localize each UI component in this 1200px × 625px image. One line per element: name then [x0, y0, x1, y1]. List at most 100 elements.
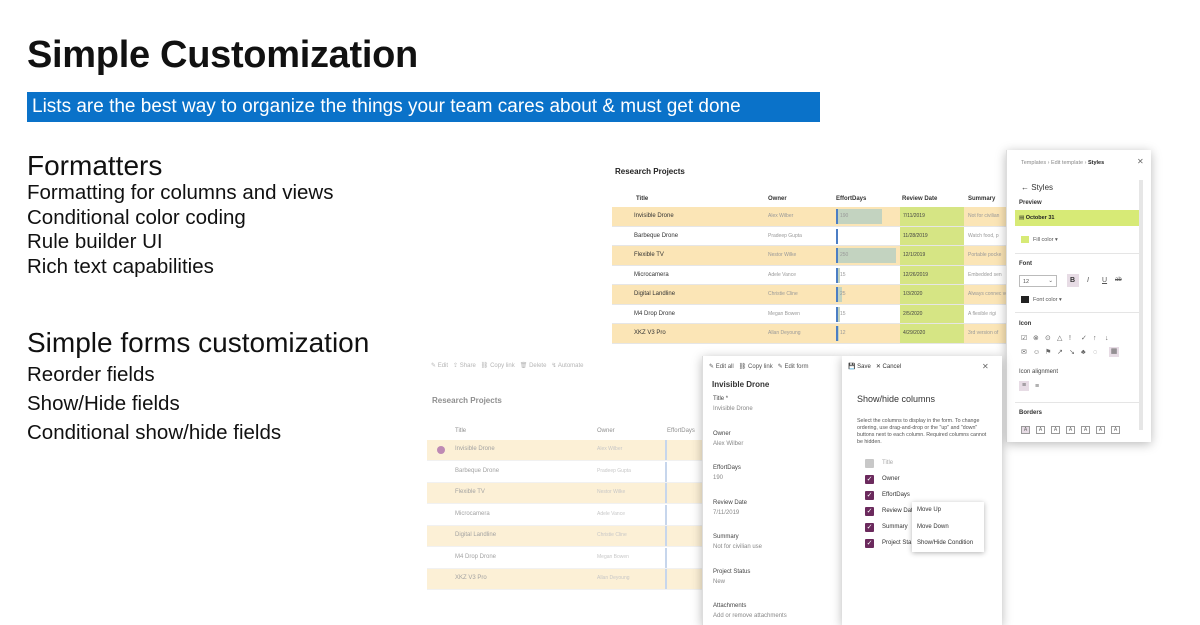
table-row[interactable]: Digital Landline Christie Cline	[427, 526, 702, 547]
font-color-swatch[interactable]	[1021, 296, 1029, 303]
fill-color-dropdown[interactable]: Fill color ▾	[1033, 237, 1058, 243]
back-link[interactable]: ← Styles	[1021, 183, 1053, 192]
box-check-icon[interactable]: ☑	[1021, 334, 1027, 343]
border-bottom-icon[interactable]: A	[1051, 426, 1060, 434]
cell-title[interactable]: M4 Drop Drone	[455, 548, 575, 568]
italic-button[interactable]: I	[1087, 277, 1089, 284]
arrow-up-right-icon[interactable]: ↗	[1057, 348, 1063, 357]
field-value[interactable]: Add or remove attachments	[713, 613, 787, 619]
border-all-icon[interactable]: A	[1036, 426, 1045, 434]
cell-title[interactable]: Digital Landline	[455, 526, 575, 546]
field-value[interactable]: Not for civilian use	[713, 544, 762, 550]
thumbs-up-icon[interactable]: ♣	[1081, 348, 1086, 357]
cell-title[interactable]: Microcamera	[455, 505, 575, 525]
bold-button[interactable]: B	[1067, 274, 1079, 287]
delete-button[interactable]: 🗑 Delete	[520, 363, 547, 369]
font-color-dropdown[interactable]: Font color ▾	[1033, 297, 1062, 303]
share-button[interactable]: ⇪ Share	[453, 363, 476, 369]
copy-link-button[interactable]: ⛓ Copy link	[481, 363, 515, 369]
cell-title[interactable]: Flexible TV	[634, 246, 764, 265]
cell-title[interactable]: XKZ V3 Pro	[455, 569, 575, 589]
column-header-effort[interactable]: EffortDays	[667, 428, 695, 434]
field-value[interactable]: Alex Wilber	[713, 441, 743, 447]
copy-link-button[interactable]: ⛓ Copy link	[739, 364, 773, 370]
column-checkbox[interactable]	[865, 459, 874, 468]
edit-button[interactable]: ✎ Edit	[431, 363, 448, 369]
close-icon[interactable]: ✕	[1137, 157, 1144, 166]
column-checkbox[interactable]: ✓	[865, 491, 874, 500]
column-header-title[interactable]: Title	[636, 196, 648, 202]
align-left-icon[interactable]: ≡	[1019, 381, 1029, 391]
table-row[interactable]: Invisible Drone Alex Wilber	[427, 440, 702, 461]
column-header-owner[interactable]: Owner	[597, 428, 615, 434]
cell-title[interactable]: Invisible Drone	[455, 440, 575, 460]
cancel-button[interactable]: ✕ Cancel	[876, 364, 901, 370]
table-row[interactable]: M4 Drop Drone Megan Bowen	[427, 547, 702, 569]
arrow-up-icon[interactable]: ↑	[1093, 334, 1097, 343]
flag-icon[interactable]: ⚑	[1045, 348, 1051, 357]
fill-color-swatch[interactable]	[1021, 236, 1029, 243]
column-header-owner[interactable]: Owner	[768, 196, 787, 202]
align-right-icon[interactable]: ≡	[1035, 382, 1039, 391]
exclamation-icon[interactable]: !	[1069, 334, 1071, 343]
column-checkbox[interactable]: ✓	[865, 523, 874, 532]
edit-all-button[interactable]: ✎ Edit all	[709, 364, 734, 370]
column-checkbox[interactable]: ✓	[865, 475, 874, 484]
table-row[interactable]: Microcamera Adele Vance	[427, 504, 702, 526]
edit-form-button[interactable]: ✎ Edit form	[778, 364, 809, 370]
table-row[interactable]: Flexible TV Nestor Wilke 250 12/1/2019 Porta…	[612, 246, 1007, 266]
border-left-icon[interactable]: A	[1081, 426, 1090, 434]
automate-button[interactable]: ↯ Automate	[551, 363, 583, 369]
cell-title[interactable]: M4 Drop Drone	[634, 305, 764, 324]
scrollbar[interactable]	[1139, 180, 1143, 430]
arrow-down-icon[interactable]: ↓	[1105, 334, 1109, 343]
cell-title[interactable]: XKZ V3 Pro	[634, 324, 764, 343]
save-button[interactable]: 💾 Save	[848, 364, 871, 370]
field-value[interactable]: 7/11/2019	[713, 510, 739, 516]
arrow-down-right-icon[interactable]: ↘	[1069, 348, 1075, 357]
column-checkbox[interactable]: ✓	[865, 539, 874, 548]
cell-title[interactable]: Barbeque Drone	[634, 227, 764, 246]
cell-title[interactable]: Barbeque Drone	[455, 462, 575, 482]
column-checkbox[interactable]: ✓	[865, 507, 874, 516]
calendar-icon[interactable]: ▦	[1109, 347, 1119, 357]
cell-title[interactable]: Invisible Drone	[634, 207, 764, 226]
border-none-icon[interactable]: A	[1021, 426, 1030, 434]
border-right-icon[interactable]: A	[1096, 426, 1105, 434]
font-size-select[interactable]: 12 ⌄	[1019, 275, 1057, 287]
table-row[interactable]: Digital Landline Christie Cline 25 1/3/2020…	[612, 285, 1007, 305]
column-header-title[interactable]: Title	[455, 428, 466, 434]
field-value[interactable]: 190	[713, 475, 723, 481]
cell-title[interactable]: Digital Landline	[634, 285, 764, 304]
field-value[interactable]: New	[713, 579, 725, 585]
table-row[interactable]: XKZ V3 Pro Allan Deyoung	[427, 569, 702, 590]
column-header-effort[interactable]: EffortDays	[836, 196, 866, 202]
underline-button[interactable]: U	[1102, 277, 1107, 284]
chat-icon[interactable]: ◌	[1093, 348, 1097, 357]
column-header-summary[interactable]: Summary	[968, 196, 995, 202]
table-row[interactable]: Flexible TV Nestor Wilke	[427, 483, 702, 504]
warning-icon[interactable]: △	[1057, 334, 1062, 343]
strikethrough-button[interactable]: ab	[1115, 277, 1122, 283]
table-row[interactable]: Barbeque Drone Pradeep Gupta	[427, 461, 702, 483]
mail-icon[interactable]: ✉	[1021, 348, 1027, 357]
border-top-icon[interactable]: A	[1066, 426, 1075, 434]
cell-title[interactable]: Microcamera	[634, 266, 764, 285]
move-down-menu-item[interactable]: Move Down	[912, 519, 984, 536]
cell-title[interactable]: Flexible TV	[455, 483, 575, 503]
border-outline-icon[interactable]: A	[1111, 426, 1120, 434]
selected-check-icon[interactable]	[437, 446, 445, 454]
breadcrumb-templates[interactable]: Templates	[1021, 160, 1046, 166]
table-row[interactable]: Barbeque Drone Pradeep Gupta 11/28/2019 Wat…	[612, 226, 1007, 246]
checkmark-icon[interactable]: ✓	[1081, 334, 1087, 343]
table-row[interactable]: Microcamera Adele Vance 15 12/26/2019 Embedd…	[612, 265, 1007, 285]
column-header-review-date[interactable]: Review Date	[902, 196, 937, 202]
table-row[interactable]: XKZ V3 Pro Allan Deyoung 12 4/29/2020 3rd ve…	[612, 324, 1007, 344]
circle-x-icon[interactable]: ⊗	[1033, 334, 1039, 343]
field-value[interactable]: Invisible Drone	[713, 406, 753, 412]
circle-icon[interactable]: ⊙	[1045, 334, 1051, 343]
breadcrumb-edit-template[interactable]: Edit template	[1051, 160, 1083, 166]
person-icon[interactable]: ☺	[1033, 348, 1040, 357]
move-up-menu-item[interactable]: Move Up	[912, 502, 984, 519]
table-row[interactable]: M4 Drop Drone Megan Bowen 15 2/5/2020 A flex…	[612, 304, 1007, 324]
